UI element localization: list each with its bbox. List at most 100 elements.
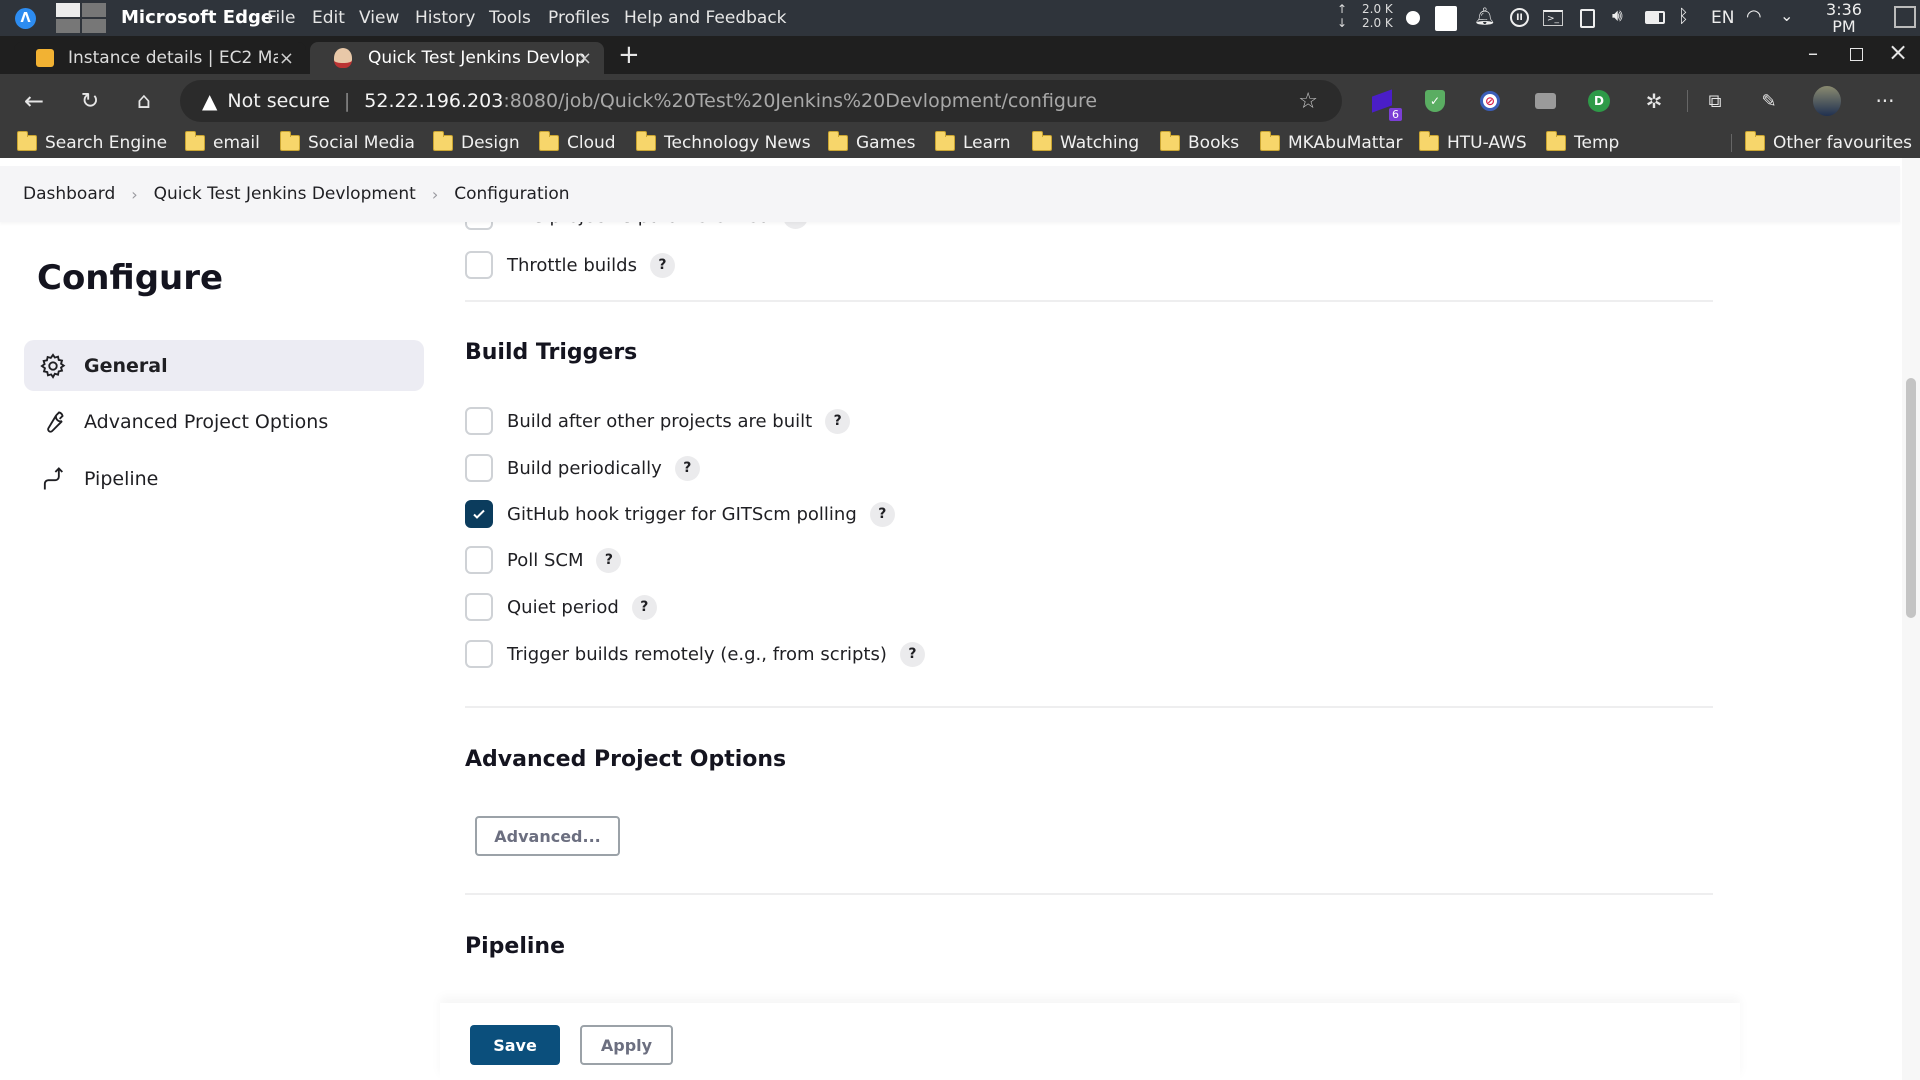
trigger-quiet-period[interactable]: Quiet period ? <box>465 593 657 621</box>
apply-button[interactable]: Apply <box>580 1025 673 1065</box>
menu-file[interactable]: File <box>267 0 295 36</box>
trigger-poll-scm[interactable]: Poll SCM ? <box>465 546 622 574</box>
bookmark-folder[interactable]: Games <box>827 128 915 158</box>
chevron-right-icon: › <box>431 184 439 204</box>
tab-ec2-instance[interactable]: Instance details | EC2 Man × <box>14 42 306 74</box>
web-capture-icon[interactable]: ✎ <box>1755 87 1783 115</box>
menu-tools[interactable]: Tools <box>489 0 531 36</box>
bookmark-folder[interactable]: Cloud <box>538 128 616 158</box>
workspace-switcher-icon[interactable] <box>56 3 106 33</box>
launcher-icon[interactable]: Λ <box>15 8 36 29</box>
more-menu-icon[interactable]: ··· <box>1871 87 1899 115</box>
scrollbar-thumb[interactable] <box>1906 378 1916 618</box>
checkbox[interactable] <box>465 251 493 279</box>
tab-jenkins-configure[interactable]: Quick Test Jenkins Devlopm × <box>310 42 604 74</box>
security-label[interactable]: Not secure <box>227 90 330 112</box>
profile-avatar[interactable] <box>1813 86 1841 116</box>
breadcrumb-dashboard[interactable]: Dashboard <box>23 184 115 204</box>
help-icon[interactable]: ? <box>869 501 895 527</box>
extension-purple-icon[interactable]: 6 <box>1368 87 1402 121</box>
breadcrumb-job[interactable]: Quick Test Jenkins Devlopment <box>154 184 416 204</box>
home-icon[interactable]: ⌂ <box>131 88 157 114</box>
checkbox-checked[interactable] <box>465 500 493 528</box>
new-tab-icon[interactable]: + <box>618 40 640 70</box>
other-favourites[interactable]: Other favourites <box>1744 128 1913 158</box>
option-throttle-builds[interactable]: Throttle builds ? <box>465 251 675 279</box>
show-desktop-icon[interactable] <box>1894 6 1916 28</box>
menu-profiles[interactable]: Profiles <box>548 0 610 36</box>
bookmark-folder[interactable]: HTU-AWS <box>1418 128 1527 158</box>
trigger-builds-remotely[interactable]: Trigger builds remotely (e.g., from scri… <box>465 640 925 668</box>
page-scrollbar[interactable] <box>1902 158 1920 1080</box>
bookmark-folder[interactable]: Design <box>432 128 520 158</box>
restore-window-icon[interactable] <box>1850 48 1863 61</box>
menu-help-feedback[interactable]: Help and Feedback <box>624 0 787 36</box>
checkbox[interactable] <box>465 407 493 435</box>
sidebar-item-advanced-project-options[interactable]: Advanced Project Options <box>24 396 424 447</box>
volume-icon[interactable]: 🔊︎ <box>1612 6 1623 26</box>
address-bar[interactable]: ▲ Not secure | 52.22.196.203 :8080/job/Q… <box>180 80 1342 122</box>
pushbullet-icon[interactable]: D <box>1585 87 1613 115</box>
bookmark-folder[interactable]: email <box>184 128 260 158</box>
help-icon[interactable]: ? <box>899 641 925 667</box>
bookmark-label: Books <box>1188 133 1240 153</box>
checkbox[interactable] <box>465 593 493 621</box>
help-icon[interactable]: ? <box>596 547 622 573</box>
status-dot-icon[interactable] <box>1406 11 1420 25</box>
bookmark-folder[interactable]: MKAbuMattar <box>1259 128 1403 158</box>
net-upload-rate: 2.0 K <box>1362 2 1393 16</box>
refresh-icon[interactable]: ↻ <box>77 88 103 114</box>
help-icon[interactable]: ? <box>674 455 700 481</box>
chevron-down-icon[interactable]: ⌄ <box>1780 6 1793 25</box>
bookmark-folder[interactable]: Watching <box>1031 128 1139 158</box>
back-icon[interactable]: ← <box>21 87 47 115</box>
close-tab-icon[interactable]: × <box>577 48 592 69</box>
sidebar-item-pipeline[interactable]: Pipeline <box>24 453 424 504</box>
checkbox[interactable] <box>465 640 493 668</box>
bookmark-folder[interactable]: Learn <box>934 128 1011 158</box>
menu-history[interactable]: History <box>415 0 475 36</box>
trigger-github-hook[interactable]: GitHub hook trigger for GITScm polling ? <box>465 500 895 528</box>
bookmark-folder[interactable]: Search Engine <box>16 128 167 158</box>
bluetooth-icon[interactable]: ᛒ <box>1678 6 1689 27</box>
collections-icon[interactable]: ⧉ <box>1701 87 1729 115</box>
trigger-build-after-other-projects[interactable]: Build after other projects are built ? <box>465 407 851 435</box>
wifi-icon[interactable]: ◠ <box>1746 6 1762 27</box>
close-tab-icon[interactable]: × <box>279 48 294 69</box>
advanced-button[interactable]: Advanced... <box>475 816 620 856</box>
help-icon[interactable]: ? <box>631 594 657 620</box>
language-indicator[interactable]: EN <box>1711 8 1734 28</box>
save-button[interactable]: Save <box>470 1025 560 1065</box>
bookmark-folder[interactable]: Social Media <box>279 128 415 158</box>
terminal-icon[interactable]: >_ <box>1543 10 1563 26</box>
alarm-bell-icon[interactable]: 🔔︎ <box>1474 7 1496 27</box>
checkbox[interactable] <box>465 546 493 574</box>
pause-icon[interactable]: II <box>1510 8 1529 27</box>
breadcrumb-configuration[interactable]: Configuration <box>454 184 569 204</box>
sidebar-item-general[interactable]: General <box>24 340 424 391</box>
extensions-puzzle-icon[interactable]: ✲ <box>1640 87 1668 115</box>
bookmark-folder[interactable]: Books <box>1159 128 1240 158</box>
blocker-icon[interactable]: ⊘ <box>1476 87 1504 115</box>
menu-edit[interactable]: Edit <box>312 0 345 36</box>
battery-icon[interactable] <box>1645 11 1665 24</box>
folder-icon <box>1159 131 1180 151</box>
folder-icon <box>1744 131 1765 151</box>
adguard-shield-icon[interactable]: ✓ <box>1421 87 1449 115</box>
help-icon[interactable]: ? <box>825 408 851 434</box>
close-window-icon[interactable]: × <box>1888 38 1908 66</box>
clipboard-icon[interactable] <box>1580 9 1595 28</box>
url-host: 52.22.196.203 <box>364 90 504 112</box>
minimize-window-icon[interactable]: – <box>1808 41 1818 65</box>
trigger-build-periodically[interactable]: Build periodically ? <box>465 454 700 482</box>
checkbox[interactable] <box>465 454 493 482</box>
bookmark-folder[interactable]: Technology News <box>635 128 811 158</box>
white-square-icon[interactable] <box>1435 6 1457 31</box>
add-favorite-icon[interactable]: ☆ <box>1298 89 1318 114</box>
help-icon[interactable]: ? <box>649 252 675 278</box>
menu-view[interactable]: View <box>359 0 399 36</box>
camera-icon[interactable] <box>1531 87 1559 115</box>
bookmark-folder[interactable]: Temp <box>1545 128 1619 158</box>
option-label: Build periodically <box>507 457 662 479</box>
bookmark-label: Other favourites <box>1773 133 1913 153</box>
